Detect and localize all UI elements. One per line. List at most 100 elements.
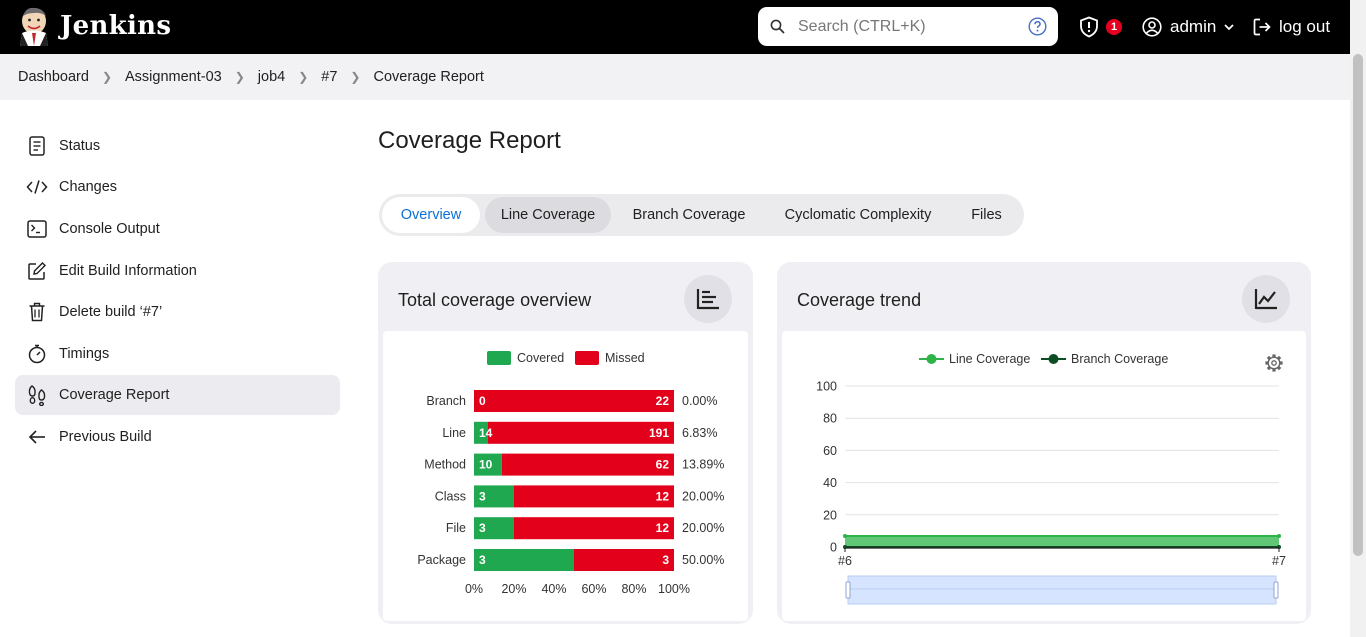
data-label-covered: 3 — [479, 521, 486, 535]
tab-overview[interactable]: Overview — [382, 197, 480, 233]
y-tick-label: File — [446, 521, 466, 535]
logout-icon — [1253, 18, 1271, 36]
legend-line-coverage-marker — [926, 354, 937, 364]
bar-missed — [514, 517, 674, 540]
y-tick-label: 100 — [816, 380, 837, 394]
bar-missed — [474, 390, 674, 412]
tab-line-coverage[interactable]: Line Coverage — [485, 197, 611, 233]
search-input[interactable] — [798, 15, 1018, 39]
x-tick-label: 80% — [621, 582, 646, 596]
tab-branch-coverage[interactable]: Branch Coverage — [621, 197, 757, 233]
search-icon — [770, 19, 785, 34]
scrollbar-thumb[interactable] — [1353, 54, 1363, 556]
legend-label-line-coverage: Line Coverage — [949, 352, 1030, 366]
breadcrumb-dashboard[interactable]: Dashboard — [18, 69, 89, 85]
user-menu-button[interactable]: admin — [1142, 0, 1235, 54]
x-tick-label: 20% — [501, 582, 526, 596]
logout-label: log out — [1279, 17, 1331, 36]
bar-missed — [501, 453, 674, 476]
data-zoom-slider[interactable] — [845, 575, 1279, 605]
y-tick-label: Method — [424, 458, 466, 472]
trash-icon — [26, 301, 48, 323]
data-label-covered: 3 — [479, 553, 486, 567]
chevron-right-icon: ❯ — [298, 70, 309, 84]
y-tick-label: Line — [442, 426, 466, 440]
legend-swatch-covered — [487, 351, 511, 365]
footsteps-icon — [26, 384, 48, 406]
sidebar-item-changes[interactable]: Changes — [15, 167, 340, 207]
search-box[interactable] — [758, 7, 1058, 46]
help-icon[interactable] — [1028, 17, 1047, 36]
x-tick-label: 40% — [541, 582, 566, 596]
percent-label: 6.83% — [682, 426, 717, 440]
percent-label: 20.00% — [682, 489, 724, 503]
sidebar-item-coverage-report[interactable]: Coverage Report — [15, 375, 340, 415]
sidebar-item-timings[interactable]: Timings — [15, 334, 340, 374]
data-label-missed: 22 — [656, 394, 670, 408]
chevron-right-icon: ❯ — [101, 70, 112, 84]
sidebar-item-edit-build-information[interactable]: Edit Build Information — [15, 251, 340, 291]
y-tick-label: 0 — [830, 541, 837, 555]
data-label-covered: 10 — [479, 458, 493, 472]
card-title: Coverage trend — [797, 290, 922, 310]
stopwatch-icon — [26, 343, 48, 365]
y-tick-label: 20 — [823, 508, 837, 522]
shield-icon — [1080, 16, 1098, 38]
line-coverage-area — [845, 536, 1279, 547]
y-tick-label: 60 — [823, 444, 837, 458]
sidebar-item-label: Coverage Report — [59, 387, 170, 403]
legend-label-missed: Missed — [605, 351, 645, 365]
bar-missed — [574, 549, 674, 571]
bar-covered — [474, 549, 574, 571]
security-alerts-button[interactable]: 1 — [1078, 0, 1122, 54]
legend-label-branch-coverage: Branch Coverage — [1071, 352, 1168, 366]
data-label-missed: 191 — [649, 426, 669, 440]
breadcrumb-job-folder[interactable]: Assignment-03 — [125, 69, 222, 85]
card-title: Total coverage overview — [398, 290, 592, 310]
coverage-overview-chart: Covered Missed Branch 0 22 0.00% Line 14 191 6.83… — [417, 351, 724, 596]
breadcrumb-current-page[interactable]: Coverage Report — [373, 69, 483, 85]
page-scrollbar[interactable] — [1350, 0, 1366, 637]
chart-settings-gear-icon[interactable] — [1265, 354, 1283, 372]
data-zoom-handle-left — [845, 581, 851, 599]
bar-chart-icon — [696, 289, 719, 310]
breadcrumb-job[interactable]: job4 — [258, 69, 285, 85]
chevron-right-icon: ❯ — [234, 70, 245, 84]
coverage-trend-card: Coverage trend Line Coverage Branch Cover… — [777, 262, 1311, 624]
jenkins-home-link[interactable]: Jenkins — [18, 6, 171, 46]
chart-type-toggle-button[interactable] — [1242, 275, 1290, 323]
sidebar-item-label: Delete build ‘#7’ — [59, 304, 163, 320]
arrow-left-icon — [26, 426, 48, 448]
overview-chart-panel: Covered Missed Branch 0 22 0.00% Line 14 191 6.83… — [383, 331, 748, 621]
sidebar-item-label: Status — [59, 138, 101, 154]
line-coverage-point — [843, 534, 847, 539]
terminal-icon — [26, 218, 48, 240]
sidebar-item-label: Changes — [59, 179, 118, 195]
line-coverage-point — [1277, 534, 1281, 539]
sidebar-item-delete-build[interactable]: Delete build ‘#7’ — [15, 292, 340, 332]
data-label-missed: 12 — [656, 521, 670, 535]
data-label-covered: 3 — [479, 489, 486, 503]
code-icon — [26, 176, 48, 198]
x-tick-label: 0% — [465, 582, 483, 596]
tab-cyclomatic-complexity[interactable]: Cyclomatic Complexity — [774, 197, 942, 233]
gear-hub — [1271, 360, 1277, 366]
chart-type-toggle-button[interactable] — [684, 275, 732, 323]
brand-name: Jenkins — [60, 11, 172, 41]
line-chart-icon — [1254, 289, 1277, 310]
y-tick-label: 40 — [823, 476, 837, 490]
data-label-missed: 62 — [656, 458, 670, 472]
percent-label: 50.00% — [682, 553, 724, 567]
sidebar-item-console-output[interactable]: Console Output — [15, 209, 340, 249]
breadcrumb-build[interactable]: #7 — [321, 69, 337, 85]
tab-files[interactable]: Files — [959, 197, 1014, 233]
page-title: Coverage Report — [378, 127, 561, 154]
logout-button[interactable]: log out — [1252, 0, 1330, 54]
jenkins-logo-icon — [20, 7, 48, 46]
chevron-down-icon — [1224, 24, 1234, 31]
chevron-right-icon: ❯ — [350, 70, 361, 84]
sidebar-item-status[interactable]: Status — [15, 126, 340, 166]
header-bar: Jenkins 1 admin — [0, 0, 1366, 54]
sidebar-item-previous-build[interactable]: Previous Build — [15, 417, 340, 457]
y-tick-label: 80 — [823, 412, 837, 426]
